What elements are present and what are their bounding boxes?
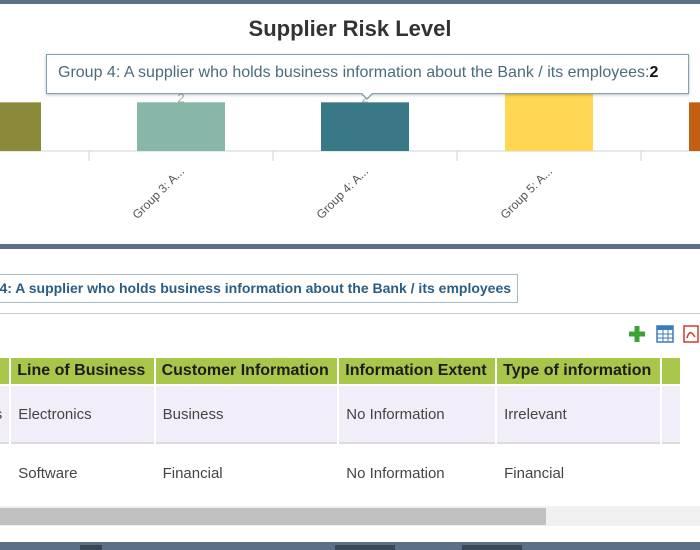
- next-panel-fragment: [80, 545, 102, 550]
- column-header-type-of-information[interactable]: Type of information: [497, 358, 660, 386]
- bar-4[interactable]: [689, 102, 700, 151]
- data-table-viewport: e Line of Business Customer Information …: [0, 358, 700, 508]
- x-tick-label: Group 5: A...: [498, 164, 556, 222]
- table-cell-line-of-business: Software: [11, 444, 154, 502]
- bar-0[interactable]: [0, 102, 41, 151]
- column-header-information-extent[interactable]: Information Extent: [339, 358, 496, 386]
- pdf-export-icon[interactable]: [682, 325, 700, 343]
- table-cell-type-of-information: Irrelevant: [497, 386, 660, 444]
- add-icon[interactable]: [628, 325, 646, 343]
- x-tick-label: Group 4: A...: [314, 164, 372, 222]
- next-panel-fragment: [335, 545, 395, 550]
- table-cell-type-of-information: Financial: [497, 444, 660, 502]
- table-row[interactable]: s Electronics Business No Information Ir…: [0, 386, 680, 444]
- table-cell: [661, 386, 680, 444]
- bar-1[interactable]: [137, 102, 225, 151]
- table-cell: [661, 444, 680, 502]
- table-cell-customer-information: Financial: [155, 444, 338, 502]
- column-header-customer-information[interactable]: Customer Information: [155, 358, 338, 386]
- table-cell: s: [0, 386, 10, 444]
- table-cell-information-extent: No Information: [339, 386, 496, 444]
- horizontal-scrollbar-thumb[interactable]: [0, 508, 546, 525]
- next-panel-fragment: [462, 545, 522, 550]
- x-tick-label: Group 3: A...: [130, 164, 188, 222]
- column-header[interactable]: e: [0, 358, 10, 386]
- column-header-next[interactable]: [661, 358, 680, 386]
- table-cell-customer-information: Business: [155, 386, 338, 444]
- column-header-line-of-business[interactable]: Line of Business: [11, 358, 154, 386]
- tooltip-value: 2: [649, 64, 659, 81]
- data-table: e Line of Business Customer Information …: [0, 358, 682, 502]
- table-cell-line-of-business: Electronics: [11, 386, 154, 444]
- chart-title: Supplier Risk Level: [248, 16, 452, 41]
- grid-export-icon[interactable]: [656, 325, 674, 343]
- bar-2[interactable]: [321, 102, 409, 151]
- table-cell: [0, 444, 10, 502]
- panel-gap: [0, 249, 700, 257]
- group-header-label: p 4: A supplier who holds business infor…: [0, 274, 519, 303]
- table-header-row: e Line of Business Customer Information …: [0, 358, 680, 386]
- chart-tooltip: Group 4: A supplier who holds business i…: [46, 54, 689, 94]
- tooltip-label: Group 4: A supplier who holds business i…: [58, 64, 650, 81]
- table-row[interactable]: Software Financial No Information Financ…: [0, 444, 680, 502]
- section-divider: [0, 313, 700, 314]
- tooltip-pointer-fill: [361, 92, 373, 98]
- table-cell-information-extent: No Information: [339, 444, 496, 502]
